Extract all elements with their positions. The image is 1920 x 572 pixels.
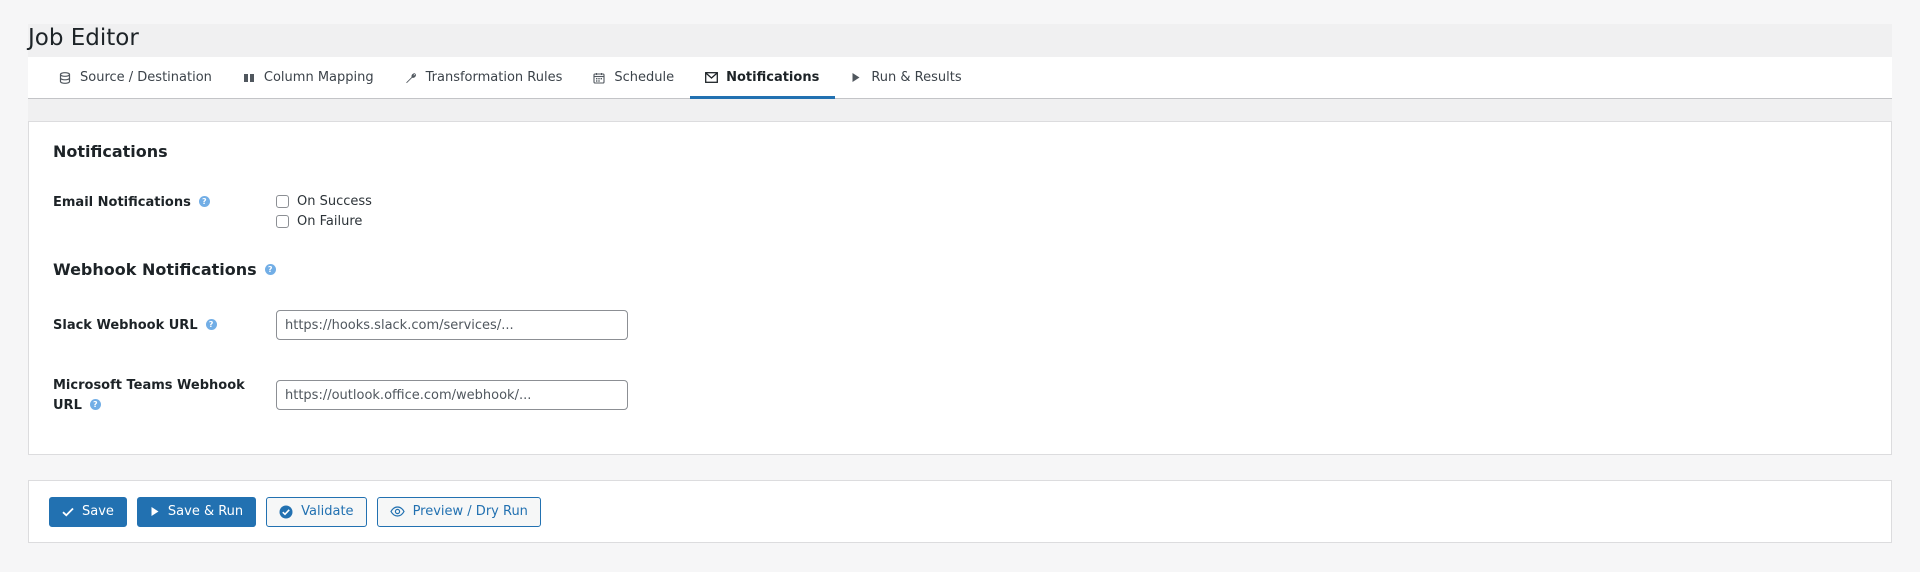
on-success-checkbox[interactable] xyxy=(276,194,289,208)
email-notifications-label: Email Notifications? xyxy=(53,193,210,213)
webhook-notifications-heading: Webhook Notifications? xyxy=(53,260,276,279)
job-editor: Job Editor Source / Destination Column M… xyxy=(28,24,1892,455)
envelope-icon xyxy=(704,71,718,85)
tab-label: Transformation Rules xyxy=(425,70,563,85)
validate-button[interactable]: Validate xyxy=(266,496,367,527)
database-icon xyxy=(58,71,72,85)
tab-column-mapping[interactable]: Column Mapping xyxy=(228,57,390,98)
tab-label: Notifications xyxy=(726,70,820,85)
notifications-panel: Notifications Email Notifications? On Su… xyxy=(28,121,1892,455)
on-failure-label: On Failure xyxy=(297,213,363,229)
preview-dry-run-button-label: Preview / Dry Run xyxy=(412,504,528,519)
slack-webhook-label: Slack Webhook URL? xyxy=(53,316,217,336)
tab-transformation-rules[interactable]: Transformation Rules xyxy=(390,57,579,98)
tab-schedule[interactable]: Schedule xyxy=(578,57,690,98)
teams-webhook-input[interactable] xyxy=(276,380,628,410)
on-failure-checkbox[interactable] xyxy=(276,214,289,228)
tab-label: Source / Destination xyxy=(80,70,212,85)
columns-icon xyxy=(242,71,256,85)
panel-title: Notifications xyxy=(53,142,168,161)
check-circle-icon xyxy=(279,505,293,519)
calendar-icon xyxy=(592,71,606,85)
teams-webhook-label: Microsoft Teams Webhook URL? xyxy=(53,376,245,416)
save-and-run-button-label: Save & Run xyxy=(167,504,244,519)
on-success-label: On Success xyxy=(297,193,372,209)
save-and-run-button[interactable]: Save & Run xyxy=(136,496,257,527)
tab-label: Schedule xyxy=(614,70,675,85)
page: Job Editor Source / Destination Column M… xyxy=(0,0,1920,572)
on-success-option[interactable]: On Success xyxy=(276,191,372,211)
tab-bar: Source / Destination Column Mapping Tran… xyxy=(28,57,1892,99)
webhook-notifications-text: Webhook Notifications xyxy=(53,260,257,279)
teams-webhook-text-line2: URL xyxy=(53,398,82,413)
check-icon xyxy=(62,507,74,517)
wrench-icon xyxy=(404,71,418,85)
help-icon[interactable]: ? xyxy=(205,319,217,330)
slack-webhook-input[interactable] xyxy=(276,310,628,340)
slack-webhook-text: Slack Webhook URL xyxy=(53,318,198,333)
email-notification-options: On Success On Failure xyxy=(276,191,372,231)
tab-label: Run & Results xyxy=(871,70,962,85)
save-button[interactable]: Save xyxy=(49,496,127,527)
play-icon xyxy=(849,71,863,85)
page-title: Job Editor xyxy=(28,25,139,51)
tab-notifications[interactable]: Notifications xyxy=(690,57,836,99)
tab-source-destination[interactable]: Source / Destination xyxy=(44,57,228,98)
validate-button-label: Validate xyxy=(301,504,354,519)
tab-run-results[interactable]: Run & Results xyxy=(835,57,977,98)
help-icon[interactable]: ? xyxy=(89,399,101,410)
eye-icon xyxy=(389,506,405,517)
save-button-label: Save xyxy=(82,504,114,519)
preview-dry-run-button[interactable]: Preview / Dry Run xyxy=(376,496,541,527)
teams-webhook-text-line1: Microsoft Teams Webhook xyxy=(53,378,245,393)
email-notifications-text: Email Notifications xyxy=(53,195,191,210)
action-bar: Save Save & Run Validate Preview / Dry R… xyxy=(28,480,1892,543)
help-icon[interactable]: ? xyxy=(198,196,210,207)
play-icon xyxy=(150,506,160,517)
help-icon[interactable]: ? xyxy=(264,264,276,275)
on-failure-option[interactable]: On Failure xyxy=(276,211,372,231)
tab-label: Column Mapping xyxy=(263,70,374,85)
